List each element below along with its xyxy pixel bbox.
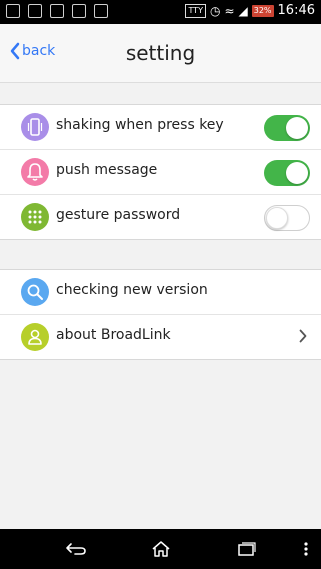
notification-icons [6,4,108,18]
clock: 16:46 [277,3,315,18]
setting-row-about[interactable]: about BroadLink [0,315,321,359]
alarm-icon: ◷ [209,3,221,18]
phone-vibrate-icon [21,113,49,141]
chevron-right-icon [299,329,307,343]
signal-icon: ◢ [238,3,248,18]
setting-row-push-message[interactable]: push message [0,150,321,195]
bell-icon [21,158,49,186]
nav-menu-button[interactable] [286,529,321,569]
search-icon [21,278,49,306]
setting-row-shaking[interactable]: shaking when press key [0,105,321,150]
nav-back-button[interactable] [56,529,96,569]
system-navigation-bar [0,529,321,569]
wifi-icon: ≈ [224,3,235,18]
bag-icon [94,4,108,18]
system-icons: TTY ◷ ≈ ◢ 32% 16:46 [185,3,315,18]
battery-indicator: 32% [251,4,274,17]
setting-label: shaking when press key [56,117,224,133]
tty-badge: TTY [185,3,206,18]
user-icon [21,323,49,351]
chat-icon [72,4,86,18]
overflow-menu-icon [304,542,308,556]
navigation-header: back setting [0,24,321,83]
setting-label: push message [56,162,158,178]
status-bar: TTY ◷ ≈ ◢ 32% 16:46 [0,0,321,24]
settings-group: shaking when press key push message gest… [0,104,321,240]
gesture-password-toggle[interactable] [264,205,310,231]
nav-home-button[interactable] [141,529,181,569]
back-arrow-icon [66,543,86,555]
setting-label: about BroadLink [56,327,171,343]
about-group: checking new version about BroadLink [0,269,321,360]
keypad-icon [21,203,49,231]
page-title: setting [125,41,196,65]
nav-recents-button[interactable] [226,529,266,569]
setting-row-check-version[interactable]: checking new version [0,270,321,315]
shaking-toggle[interactable] [264,115,310,141]
push-message-toggle[interactable] [264,160,310,186]
home-icon [152,541,170,557]
setting-row-gesture-password[interactable]: gesture password [0,195,321,239]
mail-icon [6,4,20,18]
facebook-icon [50,4,64,18]
setting-label: checking new version [56,282,208,298]
recents-icon [238,542,256,556]
setting-label: gesture password [56,207,181,223]
image-icon [28,4,42,18]
